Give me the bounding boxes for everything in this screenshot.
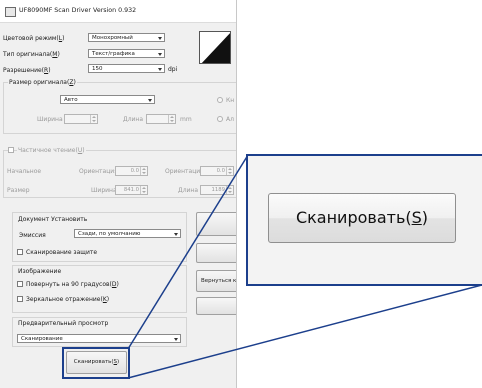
scan-button-highlight (62, 347, 130, 379)
callout-line-bottom (127, 284, 482, 379)
zoomed-scan-button[interactable]: Сканировать(S) (268, 193, 456, 243)
callout-line-top (127, 154, 249, 350)
